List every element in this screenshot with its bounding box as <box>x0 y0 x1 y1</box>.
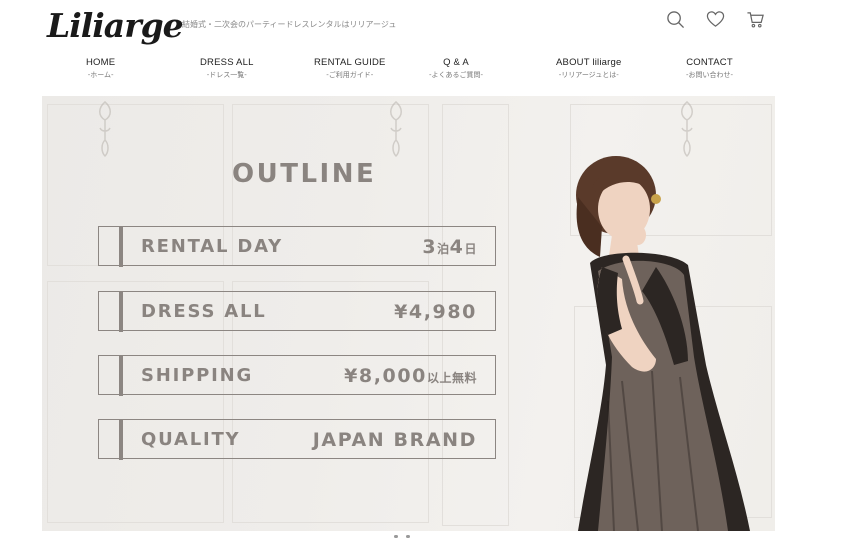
model-photo <box>542 151 775 531</box>
wall-ornament-icon <box>94 100 116 158</box>
nav-item-qa[interactable]: Q & A -よくあるご質問- <box>429 56 483 80</box>
site-logo[interactable]: Liliarge <box>47 4 184 48</box>
outline-row-bar <box>119 420 123 460</box>
outline-row-label: SHIPPING <box>141 365 254 386</box>
main-nav: HOME -ホーム- DRESS ALL -ドレス一覧- RENTAL GUID… <box>42 56 775 88</box>
nav-item-dress-all[interactable]: DRESS ALL -ドレス一覧- <box>200 56 254 80</box>
outline-row-value: JAPAN BRAND <box>312 429 477 451</box>
outline-row-label: QUALITY <box>141 429 241 450</box>
nav-item-rental-guide[interactable]: RENTAL GUIDE -ご利用ガイド- <box>314 56 386 80</box>
nav-item-home[interactable]: HOME -ホーム- <box>86 56 115 80</box>
hero-title: OUTLINE <box>232 159 377 189</box>
hero-banner[interactable]: OUTLINE RENTAL DAY 3泊4日 DRESS ALL ¥4,980… <box>42 96 775 531</box>
outline-row-dress-all: DRESS ALL ¥4,980 <box>98 291 496 332</box>
outline-row-quality: QUALITY JAPAN BRAND <box>98 419 496 460</box>
outline-row-value: 3泊4日 <box>422 236 477 258</box>
nav-item-label: ABOUT liliarge <box>556 57 622 68</box>
header-icons <box>664 8 766 34</box>
site-tagline: 結婚式・二次会のパーティードレスレンタルはリリアージュ <box>182 20 397 29</box>
nav-item-label: CONTACT <box>686 57 733 68</box>
nav-item-sublabel: -よくあるご質問- <box>429 71 484 79</box>
outline-row-bar <box>119 356 123 396</box>
cart-icon[interactable] <box>744 8 766 30</box>
outline-row-value: ¥4,980 <box>394 301 477 323</box>
outline-row-value: ¥8,000以上無料 <box>344 365 477 387</box>
outline-row-label: RENTAL DAY <box>141 236 283 257</box>
logo-text: Liliarge <box>47 6 184 45</box>
nav-item-sublabel: -ご利用ガイド- <box>326 71 374 79</box>
wall-ornament-icon <box>676 100 698 158</box>
site-header: Liliarge 結婚式・二次会のパーティードレスレンタルはリリアージュ HOM… <box>0 0 852 96</box>
nav-item-sublabel: -ドレス一覧- <box>206 71 247 79</box>
nav-item-sublabel: -ホーム- <box>87 71 114 79</box>
nav-item-label: Q & A <box>443 57 469 68</box>
nav-item-sublabel: -リリアージュとは- <box>558 71 619 79</box>
outline-row-bar <box>119 227 123 267</box>
outline-row-shipping: SHIPPING ¥8,000以上無料 <box>98 355 496 396</box>
nav-item-label: RENTAL GUIDE <box>314 57 386 68</box>
wall-ornament-icon <box>385 100 407 158</box>
nav-item-contact[interactable]: CONTACT -お問い合わせ- <box>686 56 733 80</box>
search-icon[interactable] <box>664 8 686 30</box>
outline-row-label: DRESS ALL <box>141 301 267 322</box>
outline-row-bar <box>119 292 123 332</box>
nav-item-label: HOME <box>86 57 116 68</box>
nav-item-label: DRESS ALL <box>200 57 254 68</box>
nav-item-about[interactable]: ABOUT liliarge -リリアージュとは- <box>556 56 621 80</box>
heart-icon[interactable] <box>704 8 726 30</box>
nav-item-sublabel: -お問い合わせ- <box>686 71 734 79</box>
outline-row-rental-day: RENTAL DAY 3泊4日 <box>98 226 496 267</box>
